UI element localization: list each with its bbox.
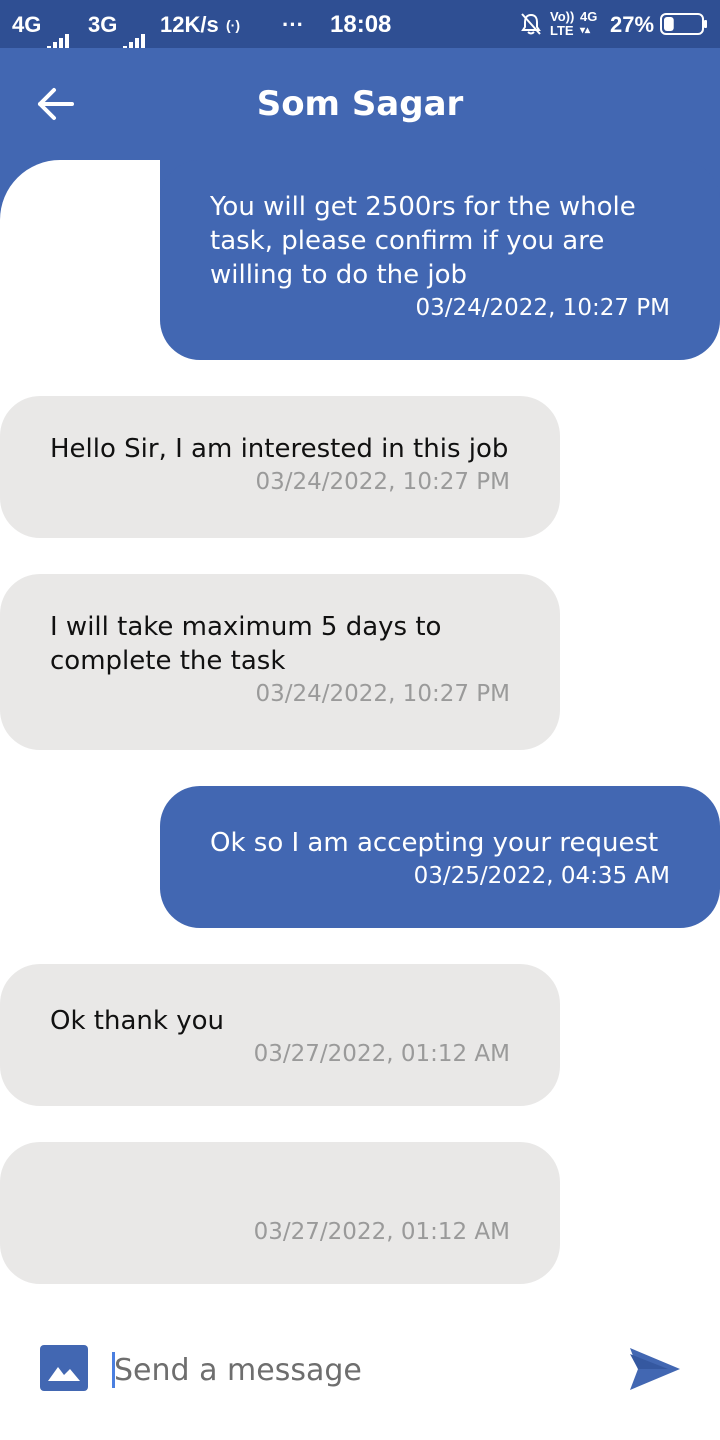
- received-message-bubble[interactable]: I will take maximum 5 days to complete t…: [0, 574, 560, 750]
- message-text: Ok thank you: [50, 1006, 224, 1036]
- received-message-bubble[interactable]: 03/27/2022, 01:12 AM: [0, 1142, 560, 1284]
- message-timestamp: 03/27/2022, 01:12 AM: [253, 1219, 510, 1245]
- message-text: I will take maximum 5 days to complete t…: [50, 612, 450, 676]
- image-icon[interactable]: [40, 1345, 88, 1391]
- status-bar: 4G 3G 12K/s (·) ··· 18:08 Vo)) LTE 4G ▾▴…: [0, 0, 720, 52]
- clock-time: 18:08: [330, 11, 392, 38]
- network-3g-label: 3G: [88, 12, 118, 37]
- message-timestamp: 03/25/2022, 04:35 AM: [413, 863, 670, 889]
- send-icon[interactable]: [628, 1346, 682, 1392]
- data-arrows-icon: ▾▴: [580, 25, 591, 36]
- received-message-bubble[interactable]: Ok thank you 03/27/2022, 01:12 AM: [0, 964, 560, 1106]
- received-message-bubble[interactable]: Hello Sir, I am interested in this job 0…: [0, 396, 560, 538]
- message-timestamp: 03/24/2022, 10:27 PM: [255, 469, 511, 495]
- volte-top-label: Vo)): [550, 9, 575, 24]
- battery-percent: 27%: [610, 12, 655, 37]
- sent-message-bubble[interactable]: Ok so I am accepting your request 03/25/…: [160, 786, 720, 928]
- message-input[interactable]: [110, 1340, 594, 1400]
- message-text: You will get 2500rs for the whole task, …: [210, 192, 644, 290]
- network-4g-label: 4G: [12, 12, 42, 37]
- message-timestamp: 03/27/2022, 01:12 AM: [253, 1041, 510, 1067]
- signal-bars-icon: [123, 2, 147, 52]
- message-text: [50, 1172, 510, 1216]
- hotspot-icon: (·): [226, 17, 240, 33]
- contact-name-title: Som Sagar: [256, 84, 464, 124]
- network-3g-indicator: 3G: [88, 0, 147, 52]
- message-text: Hello Sir, I am interested in this job: [50, 434, 509, 464]
- battery-icon: [660, 0, 708, 48]
- more-notifications-icon: ···: [282, 12, 304, 37]
- network-4g-small-label: 4G: [580, 9, 598, 24]
- message-timestamp: 03/24/2022, 10:27 PM: [255, 681, 511, 707]
- back-arrow-icon[interactable]: [34, 84, 78, 124]
- signal-bars-icon: [47, 2, 71, 52]
- message-timestamp: 03/24/2022, 10:27 PM: [415, 295, 671, 321]
- message-text: Ok so I am accepting your request: [210, 828, 659, 858]
- message-composer: [0, 1300, 720, 1440]
- text-cursor: [112, 1352, 115, 1388]
- network-speed: 12K/s: [160, 12, 219, 37]
- mute-notification-icon: [520, 0, 542, 48]
- sent-message-bubble[interactable]: You will get 2500rs for the whole task, …: [160, 160, 720, 360]
- volte-bottom-label: LTE: [550, 23, 574, 38]
- network-4g-indicator: 4G: [12, 0, 71, 52]
